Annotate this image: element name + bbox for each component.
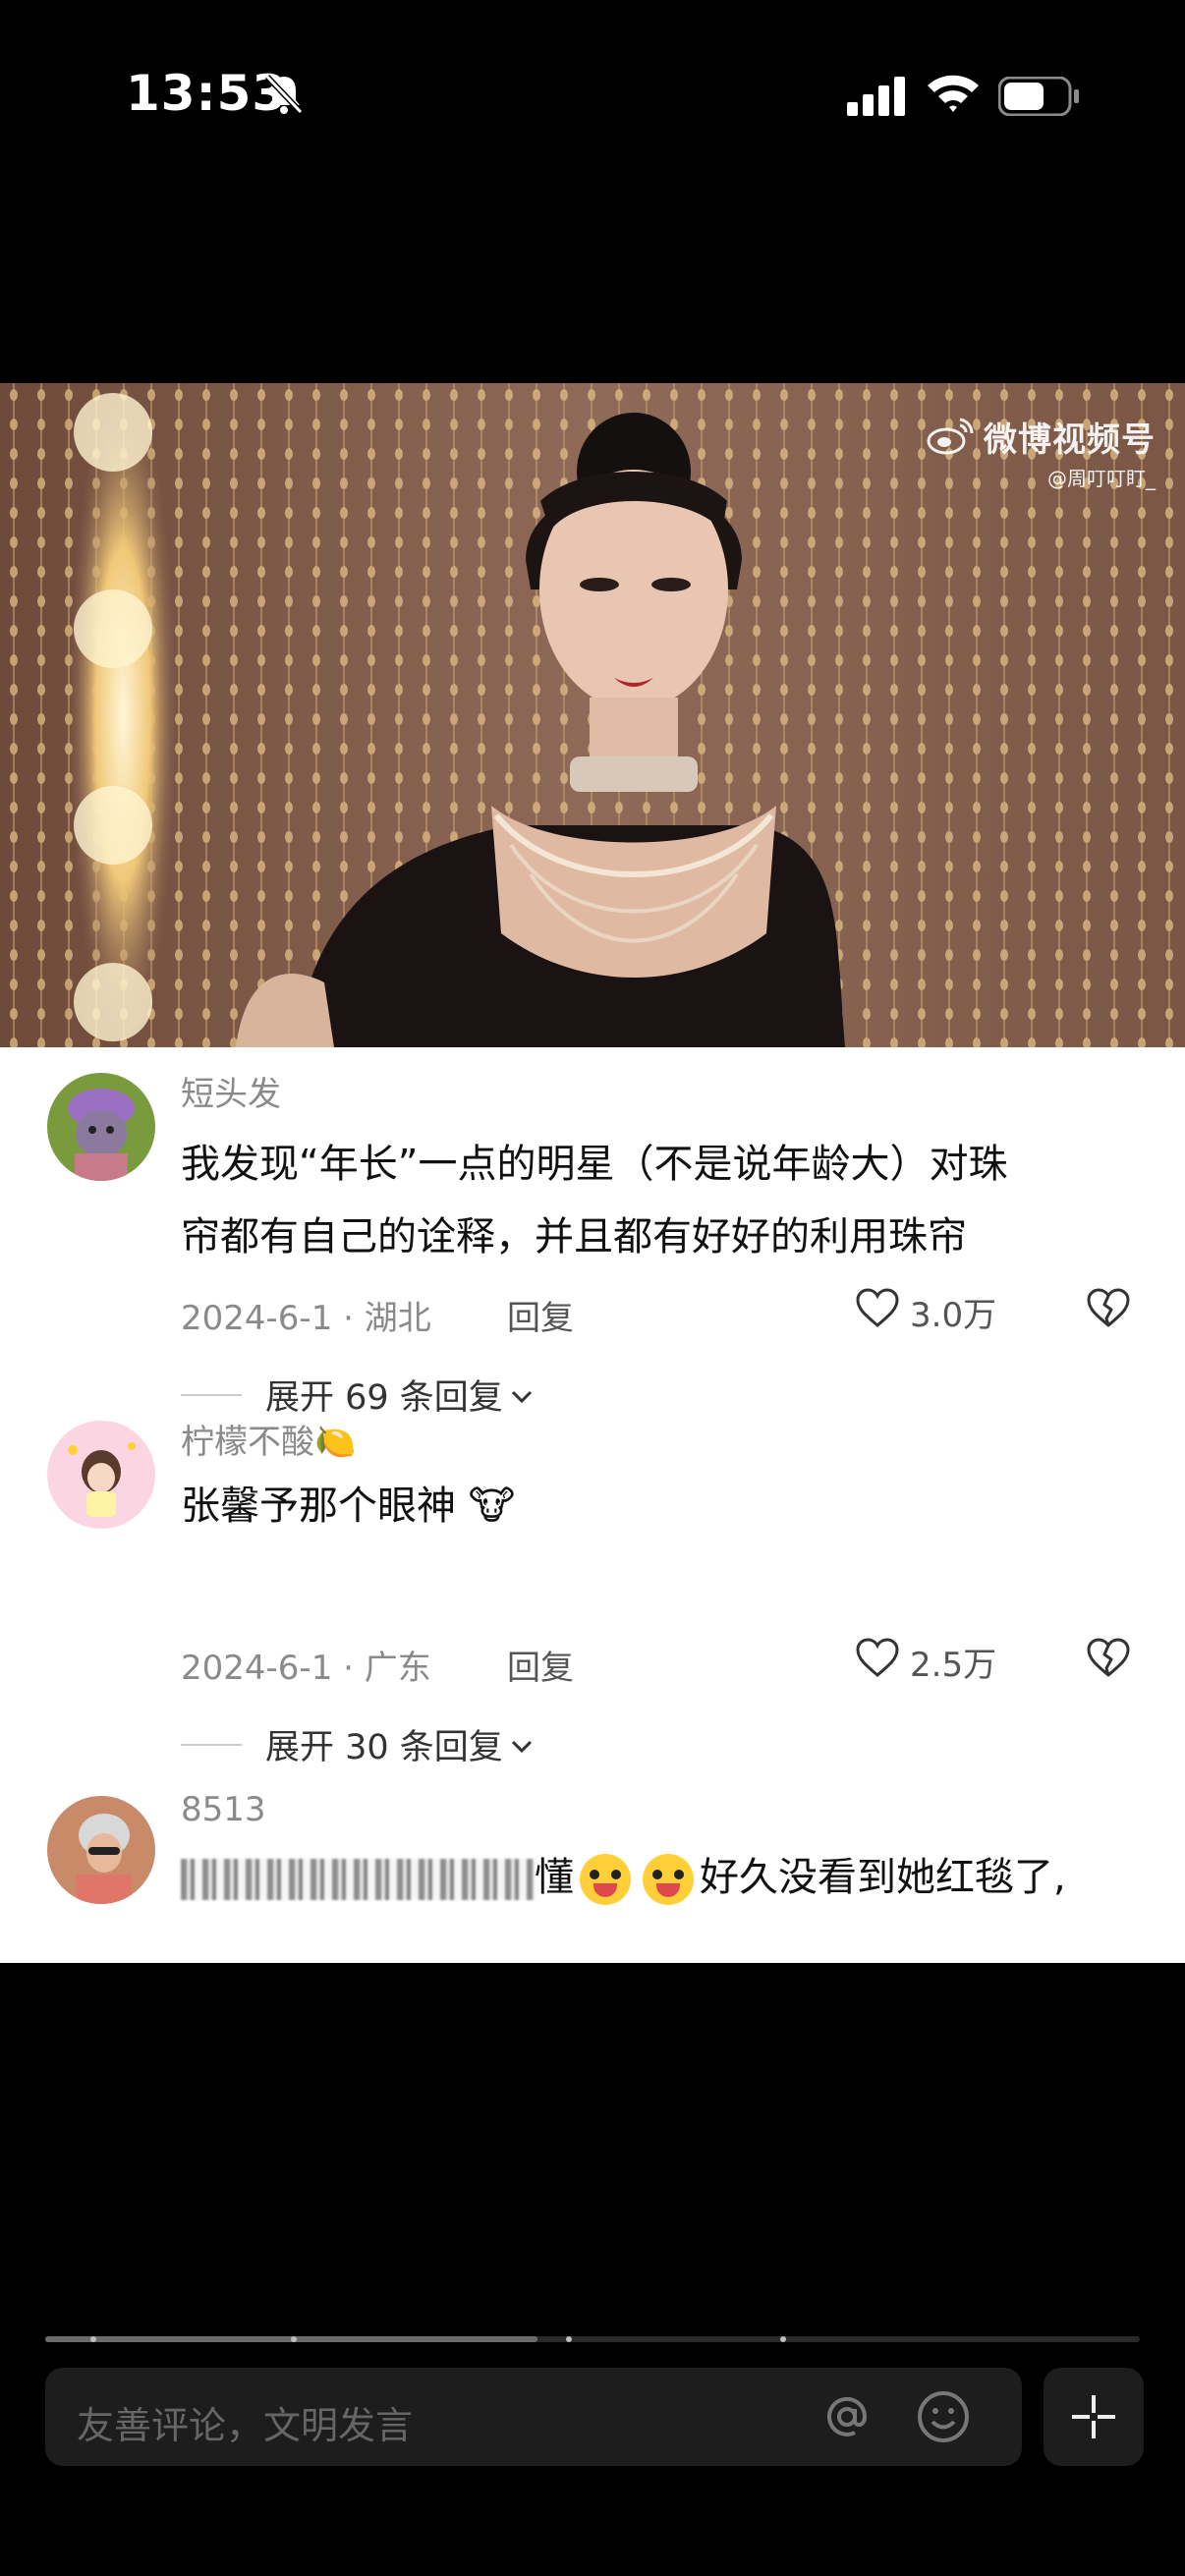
avatar[interactable]	[47, 1796, 155, 1904]
chevron-down-icon	[509, 1375, 535, 1415]
cellular-signal-icon	[847, 77, 908, 120]
video-progress-bar[interactable]	[45, 2336, 1140, 2342]
expand-replies-label: 展开 69 条回复	[265, 1378, 503, 1418]
reply-button[interactable]: 回复	[507, 1641, 574, 1689]
comment-text-fragment: 懂	[535, 1855, 574, 1900]
expand-replies-button[interactable]: 展开 30 条回复	[181, 1719, 535, 1769]
divider	[181, 1393, 242, 1396]
lemon-emoji: 🍋	[314, 1423, 357, 1462]
like-count: 3.0万	[910, 1296, 997, 1335]
comment-username[interactable]: 柠檬不酸🍋	[181, 1415, 356, 1463]
comment-input-placeholder: 友善评论，文明发言	[77, 2404, 414, 2447]
watermark-title: 微博视频号	[984, 420, 1156, 460]
video-player[interactable]: 微博视频号 @周叮叮盯_	[0, 383, 1185, 1047]
broken-heart-icon[interactable]	[1085, 1637, 1132, 1682]
like-button[interactable]: 2.5万	[855, 1637, 996, 1687]
progress-marker	[566, 2336, 572, 2342]
like-button[interactable]: 3.0万	[855, 1287, 996, 1337]
progress-marker	[291, 2336, 297, 2342]
avatar[interactable]	[47, 1421, 155, 1529]
reply-button[interactable]: 回复	[507, 1291, 574, 1339]
chevron-down-icon	[509, 1725, 535, 1764]
comment-date-location: 2024-6-1 · 湖北	[181, 1299, 431, 1338]
add-button[interactable]	[1044, 2368, 1144, 2466]
broken-heart-icon[interactable]	[1085, 1287, 1132, 1332]
weibo-logo-icon	[927, 416, 976, 459]
video-watermark: 微博视频号 @周叮叮盯_	[927, 413, 1156, 491]
blush-face-emoji	[643, 1854, 694, 1905]
comment-text: 懂 好久没看到她红毯了,	[181, 1841, 1124, 1914]
progress-marker	[780, 2336, 786, 2342]
plus-icon	[1072, 2395, 1115, 2438]
comment-text-line: 帘都有自己的诠释，并且都有好好的利用珠帘	[181, 1214, 967, 1260]
battery-icon	[997, 76, 1081, 120]
status-bar: 13:53	[0, 0, 1185, 196]
heart-icon	[855, 1637, 900, 1687]
username-text: 柠檬不酸	[181, 1423, 314, 1462]
smile-icon[interactable]	[914, 2387, 973, 2450]
bell-slash-icon	[263, 73, 305, 120]
blurred-text	[181, 1859, 535, 1900]
comment-username[interactable]: 短头发	[181, 1067, 281, 1115]
heart-icon	[855, 1287, 900, 1337]
progress-marker	[90, 2336, 96, 2342]
comment-text: 张馨予那个眼神 🐮	[181, 1470, 1124, 1542]
at-icon[interactable]	[818, 2387, 876, 2450]
comment-date-location: 2024-6-1 · 广东	[181, 1649, 431, 1688]
comments-panel[interactable]: 短头发 我发现“年长”一点的明星（不是说年龄大）对珠 帘都有自己的诠释，并且都有…	[0, 1047, 1185, 1963]
screen: 13:53 微博视频号 @周叮叮盯_ 短头发 我发现“年长”一点的明星（不是说年…	[0, 0, 1185, 2576]
divider	[181, 1743, 242, 1746]
expand-replies-label: 展开 30 条回复	[265, 1728, 503, 1767]
comment-username[interactable]: 8513	[181, 1790, 266, 1829]
like-count: 2.5万	[910, 1646, 997, 1685]
blush-face-emoji	[580, 1854, 631, 1905]
comment-text-line: 我发现“年长”一点的明星（不是说年龄大）对珠	[181, 1142, 1008, 1187]
comment-input[interactable]: 友善评论，文明发言	[45, 2368, 1022, 2466]
wifi-icon	[926, 71, 981, 118]
expand-replies-button[interactable]: 展开 69 条回复	[181, 1370, 535, 1420]
avatar[interactable]	[47, 1073, 155, 1181]
comment-text-body: 张馨予那个眼神	[181, 1484, 456, 1529]
watermark-handle: @周叮叮盯_	[1047, 467, 1156, 490]
cow-emoji: 🐮	[468, 1484, 516, 1529]
comment-text-fragment: 好久没看到她红毯了,	[700, 1855, 1066, 1900]
